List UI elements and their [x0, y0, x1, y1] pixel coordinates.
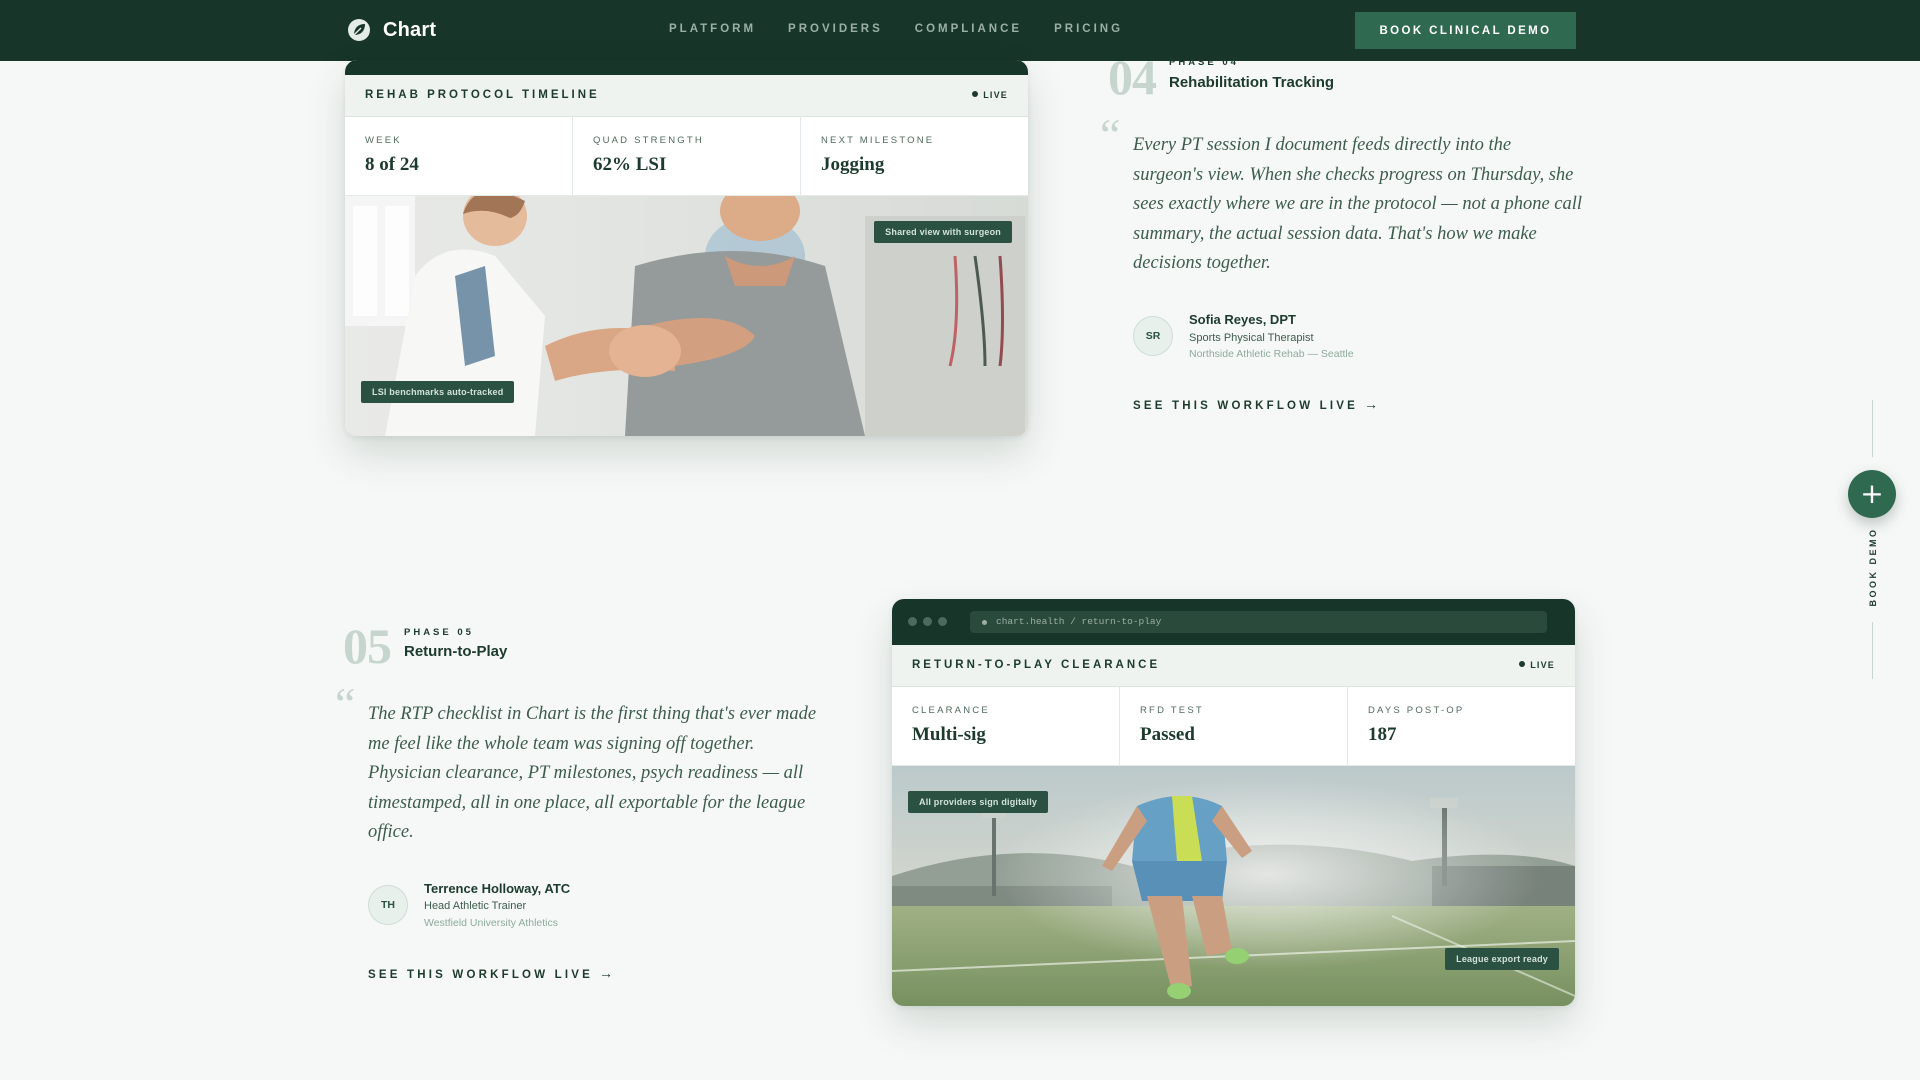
book-demo-plus-button[interactable]: +	[1848, 470, 1896, 518]
testimonial-quote: Every PT session I document feeds direct…	[1133, 135, 1583, 273]
person-org: Westfield University Athletics	[424, 917, 559, 929]
nav-link-compliance[interactable]: COMPLIANCE	[915, 23, 1022, 35]
phase-title: Rehabilitation Tracking	[1169, 74, 1335, 91]
top-nav: Chart PLATFORM PROVIDERS COMPLIANCE PRIC…	[0, 0, 1920, 61]
stat-clearance: CLEARANCE Multi-sig	[892, 687, 1120, 765]
stat-days-post-op: DAYS POST-OP 187	[1348, 687, 1575, 765]
phase-tag: PHASE 05	[404, 627, 474, 638]
window-dot	[923, 617, 932, 626]
window-dots	[908, 617, 947, 626]
rail-line-top	[1872, 400, 1873, 457]
card-header: REHAB PROTOCOL TIMELINE LIVE	[345, 75, 1028, 117]
league-export-chip: League export ready	[1445, 948, 1559, 970]
stat-quad-strength: QUAD STRENGTH 62% LSI	[573, 117, 801, 195]
avatar: SR	[1133, 316, 1173, 356]
live-badge: LIVE	[972, 90, 1008, 100]
window-dot	[908, 617, 917, 626]
phase-tag: PHASE 04	[1169, 57, 1239, 68]
person-name: Terrence Holloway, ATC	[424, 881, 571, 896]
stat-label: WEEK	[365, 135, 402, 146]
window-dot	[938, 617, 947, 626]
arrow-right-icon: →	[599, 965, 614, 981]
stat-next-milestone: NEXT MILESTONE Jogging	[801, 117, 1028, 195]
stat-value: Multi-sig	[912, 724, 986, 745]
see-workflow-live-link[interactable]: SEE THIS WORKFLOW LIVE →	[1133, 396, 1378, 412]
card-header: RETURN-TO-PLAY CLEARANCE LIVE	[892, 645, 1575, 687]
rehab-protocol-card: REHAB PROTOCOL TIMELINE LIVE WEEK 8 of 2…	[345, 60, 1028, 436]
book-clinical-demo-button[interactable]: BOOK CLINICAL DEMO	[1355, 12, 1576, 49]
card-title: REHAB PROTOCOL TIMELINE	[365, 89, 600, 101]
stat-rfd-test: RFD TEST Passed	[1120, 687, 1348, 765]
link-label: SEE THIS WORKFLOW LIVE	[368, 969, 594, 981]
stat-value: Jogging	[821, 154, 885, 175]
stat-value: 8 of 24	[365, 154, 419, 175]
live-badge: LIVE	[1519, 660, 1555, 670]
stat-value: Passed	[1140, 724, 1195, 745]
card-browser-bar: chart.health / return-to-play	[892, 599, 1575, 645]
physical-therapy-photo: Shared view with surgeon LSI benchmarks …	[345, 196, 1028, 436]
arrow-right-icon: →	[1364, 396, 1379, 412]
person-org: Northside Athletic Rehab — Seattle	[1189, 348, 1354, 360]
link-label: SEE THIS WORKFLOW LIVE	[1133, 400, 1359, 412]
leaf-logo-icon	[348, 19, 370, 41]
nav-link-platform[interactable]: PLATFORM	[669, 23, 756, 35]
see-workflow-live-link[interactable]: SEE THIS WORKFLOW LIVE →	[368, 965, 613, 981]
lsi-benchmarks-chip: LSI benchmarks auto-tracked	[361, 381, 515, 403]
return-to-play-card: chart.health / return-to-play RETURN-TO-…	[892, 599, 1575, 1006]
nav-link-pricing[interactable]: PRICING	[1054, 23, 1123, 35]
stat-label: CLEARANCE	[912, 705, 990, 716]
stat-label: QUAD STRENGTH	[593, 135, 704, 146]
brand-name: Chart	[383, 18, 437, 41]
brand-logo[interactable]: Chart	[347, 18, 436, 42]
book-demo-rail-label[interactable]: BOOK DEMO	[1868, 527, 1878, 607]
stat-week: WEEK 8 of 24	[345, 117, 573, 195]
providers-sign-chip: All providers sign digitally	[908, 791, 1049, 813]
avatar: TH	[368, 885, 408, 925]
stats-row: CLEARANCE Multi-sig RFD TEST Passed DAYS…	[892, 687, 1575, 766]
phase-number: 05	[343, 618, 392, 674]
stat-label: RFD TEST	[1140, 705, 1204, 716]
stats-row: WEEK 8 of 24 QUAD STRENGTH 62% LSI NEXT …	[345, 117, 1028, 196]
quote-mark-icon: “	[1100, 109, 1121, 160]
stat-label: NEXT MILESTONE	[821, 135, 935, 146]
url-bar: chart.health / return-to-play	[970, 611, 1547, 633]
nav-links: PLATFORM PROVIDERS COMPLIANCE PRICING	[669, 23, 1155, 35]
person-name: Sofia Reyes, DPT	[1189, 312, 1296, 327]
stat-label: DAYS POST-OP	[1368, 705, 1465, 716]
athlete-running-photo: All providers sign digitally League expo…	[892, 766, 1575, 1006]
person-role: Head Athletic Trainer	[424, 900, 527, 912]
shared-view-chip: Shared view with surgeon	[874, 221, 1012, 243]
stat-value: 62% LSI	[593, 154, 667, 175]
rail-line-bottom	[1872, 622, 1873, 679]
quote-mark-icon: “	[335, 678, 356, 729]
phase-title: Return-to-Play	[404, 643, 508, 660]
nav-link-providers[interactable]: PROVIDERS	[788, 23, 883, 35]
stat-value: 187	[1368, 724, 1397, 745]
phase-number: 04	[1108, 49, 1157, 105]
card-title: RETURN-TO-PLAY CLEARANCE	[912, 659, 1161, 671]
card-browser-bar	[345, 60, 1028, 75]
testimonial-quote: The RTP checklist in Chart is the first …	[368, 704, 817, 842]
person-role: Sports Physical Therapist	[1189, 332, 1314, 344]
